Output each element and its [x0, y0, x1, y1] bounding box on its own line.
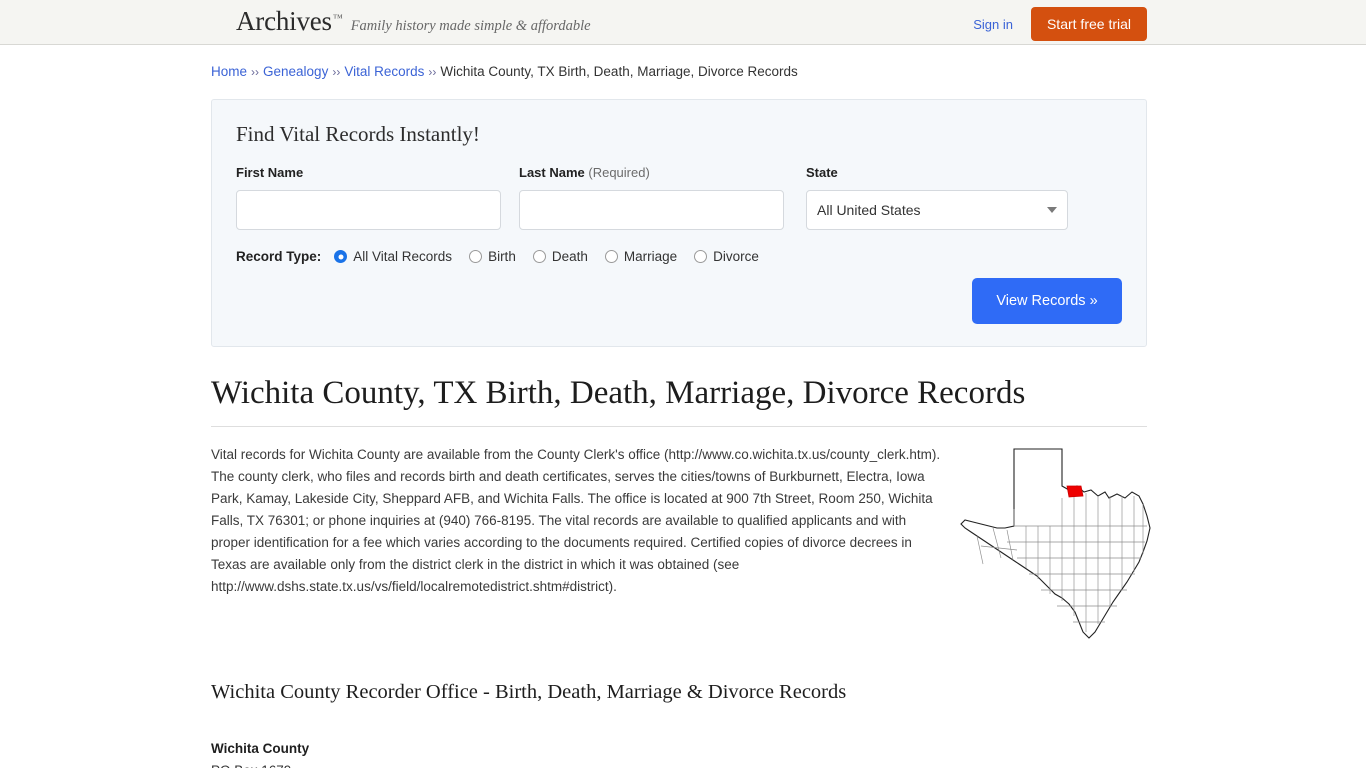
radio-icon-divorce[interactable]: [694, 250, 708, 264]
radio-icon-marriage[interactable]: [604, 250, 618, 264]
last-name-label: Last Name (Required): [519, 165, 784, 180]
last-name-label-text: Last Name: [519, 165, 585, 181]
breadcrumb-separator-icon: ››: [251, 65, 260, 79]
address-county-name: Wichita County: [211, 741, 310, 757]
recorder-office-heading: Wichita County Recorder Office - Birth, …: [211, 681, 847, 704]
last-name-input[interactable]: [519, 190, 784, 231]
texas-county-map-icon: [960, 448, 1151, 639]
radio-option-birth[interactable]: Birth: [469, 249, 516, 264]
last-name-field-group: Last Name (Required): [519, 165, 784, 231]
radio-label-death: Death: [551, 249, 588, 265]
record-type-row: Record Type: All Vital Records Birth Dea…: [236, 249, 1122, 264]
radio-label-divorce: Divorce: [713, 249, 759, 265]
record-type-label: Record Type:: [236, 249, 322, 265]
state-label-text: State: [806, 165, 838, 181]
last-name-required-note: (Required): [588, 165, 650, 181]
recorder-office-address: Wichita County PO Box 1679 Wichita Falls…: [211, 738, 1147, 768]
breadcrumb-item-home[interactable]: Home: [211, 64, 247, 79]
trademark-icon: ™: [332, 13, 343, 24]
radio-icon-all-vital-records[interactable]: [334, 250, 348, 264]
search-panel-title: Find Vital Records Instantly!: [236, 122, 480, 147]
view-records-button[interactable]: View Records »: [972, 278, 1122, 325]
state-label: State: [806, 165, 1068, 180]
state-select[interactable]: All United States: [806, 190, 1068, 231]
breadcrumb-item-vital-records[interactable]: Vital Records: [344, 64, 424, 79]
page-title: Wichita County, TX Birth, Death, Marriag…: [211, 375, 1147, 428]
start-free-trial-button[interactable]: Start free trial: [1030, 7, 1147, 41]
first-name-input[interactable]: [236, 190, 501, 231]
state-field-group: State All United States: [806, 165, 1068, 231]
radio-icon-birth[interactable]: [469, 250, 483, 264]
highlighted-county-marker: [1066, 485, 1084, 498]
site-logo[interactable]: Archives ™ Family history made simple & a…: [236, 8, 591, 35]
header-actions: Sign in Start free trial: [973, 7, 1147, 41]
brand-tagline: Family history made simple & affordable: [350, 18, 591, 34]
radio-label-birth: Birth: [488, 249, 516, 265]
breadcrumb-item-current: Wichita County, TX Birth, Death, Marriag…: [440, 64, 798, 79]
header-inner: Archives ™ Family history made simple & a…: [0, 0, 1366, 45]
radio-option-divorce[interactable]: Divorce: [694, 249, 759, 264]
view-records-button-wrap: View Records »: [972, 278, 1122, 325]
radio-option-all-vital-records[interactable]: All Vital Records: [334, 249, 452, 264]
content-row: Vital records for Wichita County are ava…: [211, 444, 1151, 641]
state-map-column: [947, 444, 1151, 641]
radio-label-marriage: Marriage: [623, 249, 678, 265]
state-select-value: All United States: [817, 202, 921, 219]
address-line-1: PO Box 1679: [211, 760, 1147, 768]
breadcrumb-item-genealogy[interactable]: Genealogy: [263, 64, 328, 79]
radio-option-marriage[interactable]: Marriage: [604, 249, 678, 265]
radio-icon-death[interactable]: [532, 250, 546, 264]
first-name-label: First Name: [236, 165, 501, 180]
state-select-wrap: All United States: [806, 190, 1068, 231]
radio-option-death[interactable]: Death: [532, 249, 588, 265]
radio-label-all-vital-records: All Vital Records: [353, 249, 453, 265]
county-description-paragraph: Vital records for Wichita County are ava…: [211, 447, 941, 595]
vital-records-search-panel: Find Vital Records Instantly! First Name…: [211, 99, 1147, 348]
breadcrumb-separator-icon: ››: [332, 65, 341, 79]
first-name-label-text: First Name: [236, 165, 304, 181]
search-fields-row: First Name Last Name (Required) State Al…: [236, 165, 1122, 231]
first-name-field-group: First Name: [236, 165, 501, 231]
page-container: Home ›› Genealogy ›› Vital Records ›› Wichita …: [0, 45, 1366, 768]
sign-in-link[interactable]: Sign in: [973, 17, 1013, 32]
brand-name: Archives: [236, 6, 332, 36]
site-header: Archives ™ Family history made simple & a…: [0, 0, 1366, 45]
breadcrumb-separator-icon: ››: [428, 65, 437, 79]
breadcrumb: Home ›› Genealogy ›› Vital Records ›› Wichita …: [211, 45, 1147, 80]
